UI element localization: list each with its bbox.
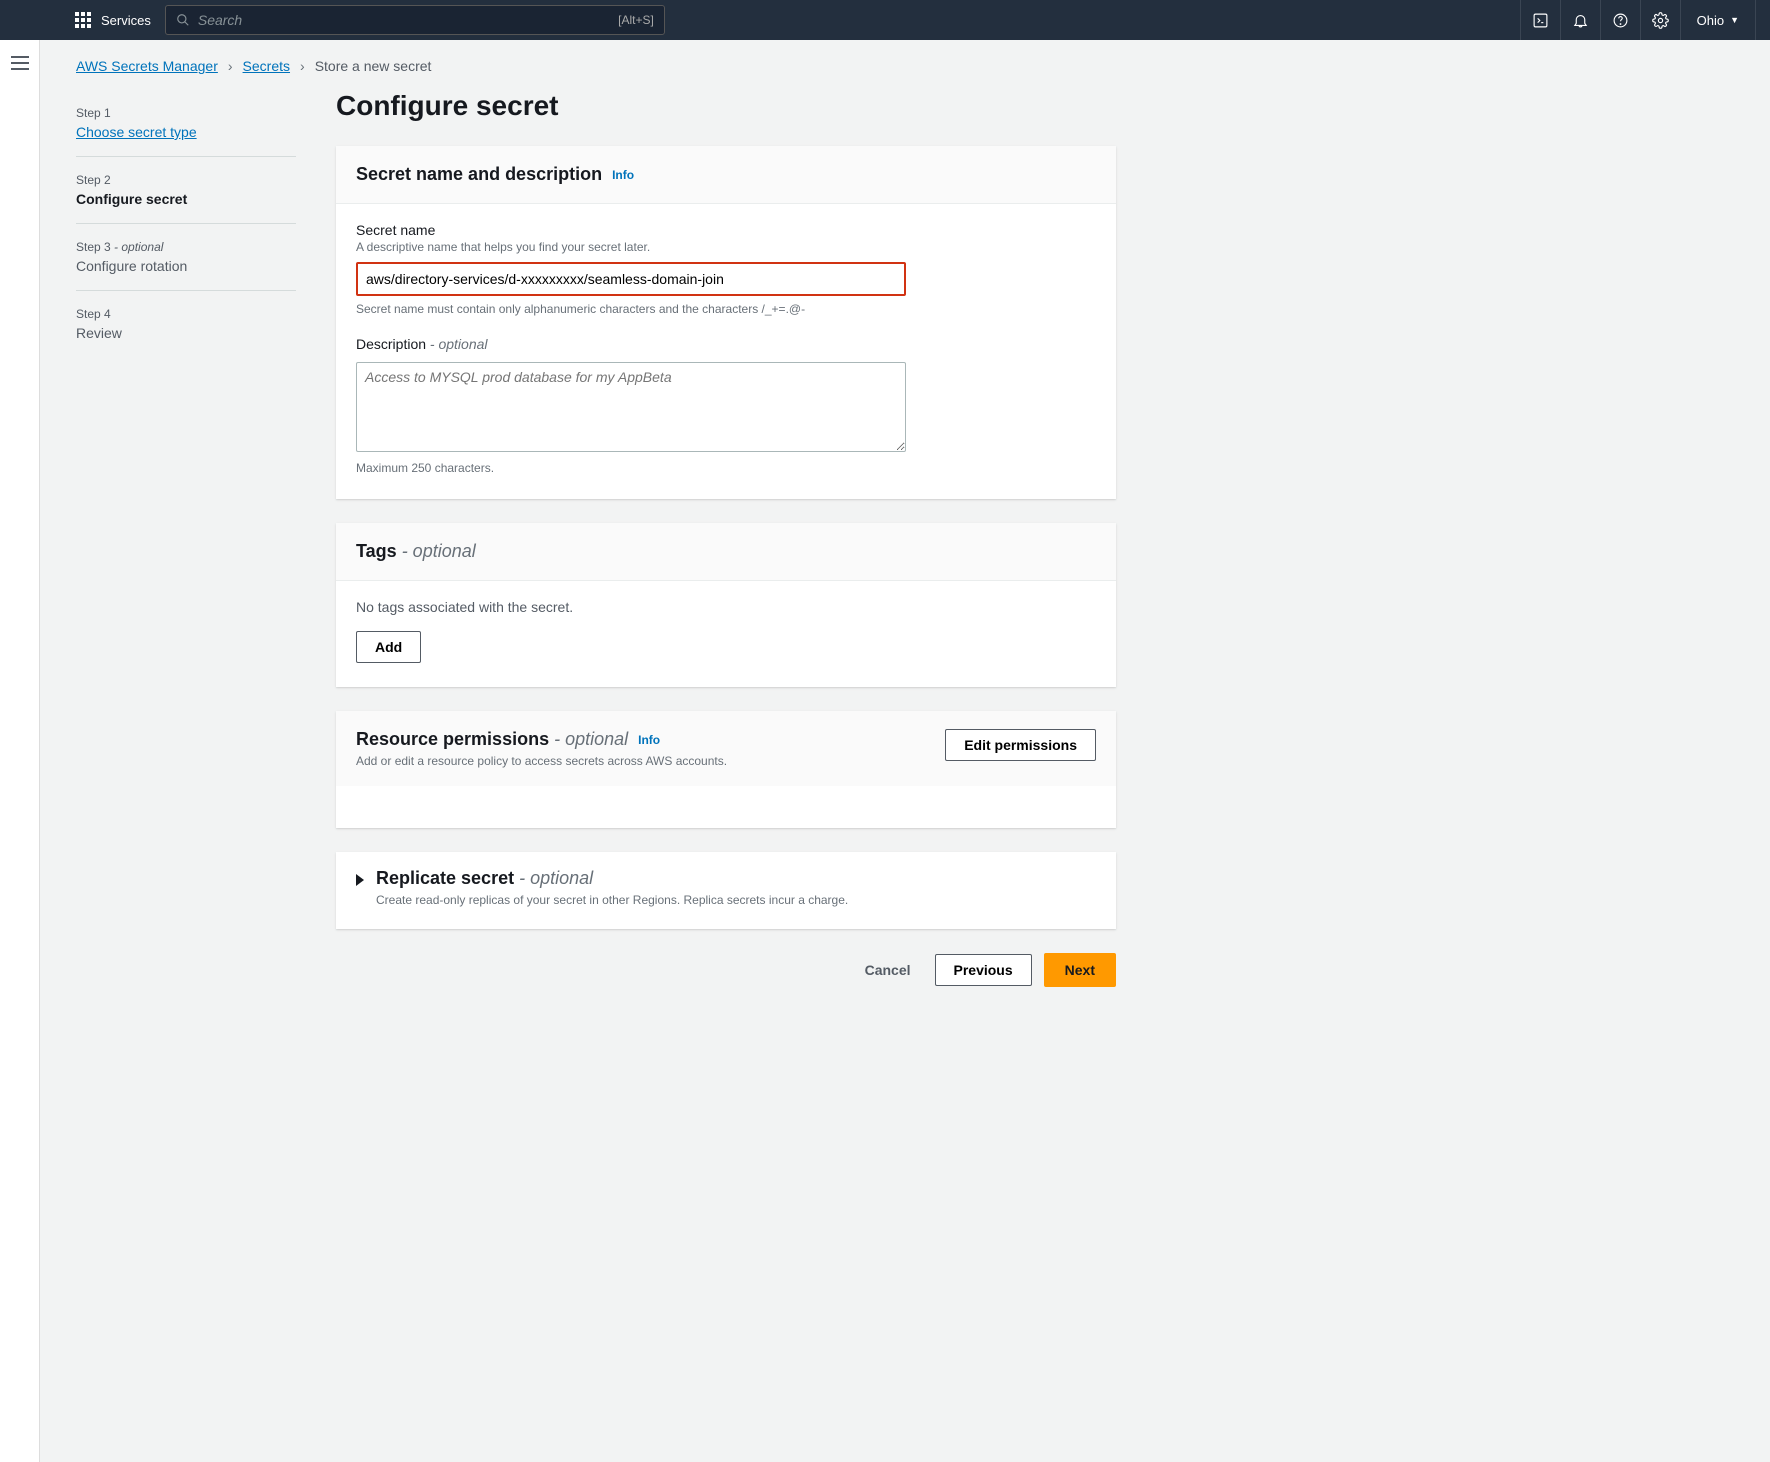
- breadcrumb-root[interactable]: AWS Secrets Manager: [76, 58, 218, 74]
- resource-hint: Add or edit a resource policy to access …: [356, 754, 727, 768]
- step-label: Step 4: [76, 307, 296, 321]
- secret-name-input[interactable]: [356, 262, 906, 296]
- chevron-right-icon: ›: [228, 58, 233, 74]
- secret-name-label: Secret name: [356, 222, 1096, 238]
- description-textarea[interactable]: [356, 362, 906, 452]
- hamburger-icon[interactable]: [11, 56, 29, 1462]
- next-button[interactable]: Next: [1044, 953, 1116, 987]
- no-tags-text: No tags associated with the secret.: [356, 599, 1096, 615]
- step-name: Review: [76, 325, 296, 341]
- panel-title: Secret name and description: [356, 164, 602, 185]
- side-drawer-rail: [0, 40, 40, 1462]
- breadcrumb: AWS Secrets Manager › Secrets › Store a …: [76, 58, 1720, 74]
- wizard-nav: Step 1 Choose secret type Step 2 Configu…: [76, 90, 296, 357]
- services-menu-icon[interactable]: [75, 12, 91, 28]
- cancel-button[interactable]: Cancel: [853, 954, 923, 986]
- breadcrumb-current: Store a new secret: [315, 58, 432, 74]
- breadcrumb-secrets[interactable]: Secrets: [243, 58, 290, 74]
- footer-actions: Cancel Previous Next: [336, 953, 1116, 987]
- step-label: Step 3 - optional: [76, 240, 296, 254]
- secret-name-hint: A descriptive name that helps you find y…: [356, 240, 1096, 254]
- info-link[interactable]: Info: [638, 733, 660, 747]
- chevron-down-icon: ▼: [1730, 15, 1739, 25]
- region-label: Ohio: [1697, 13, 1724, 28]
- add-tag-button[interactable]: Add: [356, 631, 421, 663]
- services-label[interactable]: Services: [101, 13, 151, 28]
- wizard-step-4: Step 4 Review: [76, 291, 296, 357]
- notifications-icon[interactable]: [1560, 0, 1600, 40]
- help-icon[interactable]: [1600, 0, 1640, 40]
- search-shortcut: [Alt+S]: [618, 13, 654, 27]
- search-placeholder: Search: [198, 12, 242, 28]
- panel-replicate-secret: Replicate secret - optional Create read-…: [336, 852, 1116, 929]
- replicate-hint: Create read-only replicas of your secret…: [376, 893, 848, 907]
- description-constraint: Maximum 250 characters.: [356, 461, 1096, 475]
- panel-resource-permissions: Resource permissions - optional Info Add…: [336, 711, 1116, 828]
- chevron-right-icon: ›: [300, 58, 305, 74]
- expand-caret-icon[interactable]: [356, 874, 364, 886]
- wizard-step-1[interactable]: Step 1 Choose secret type: [76, 90, 296, 157]
- panel-title: Tags - optional: [356, 541, 476, 562]
- step-name: Configure rotation: [76, 258, 296, 274]
- panel-name-description: Secret name and description Info Secret …: [336, 146, 1116, 499]
- region-selector[interactable]: Ohio ▼: [1680, 0, 1756, 40]
- panel-title: Resource permissions - optional: [356, 729, 628, 750]
- edit-permissions-button[interactable]: Edit permissions: [945, 729, 1096, 761]
- secret-name-constraint: Secret name must contain only alphanumer…: [356, 302, 1096, 316]
- step-name: Configure secret: [76, 191, 296, 207]
- step-label: Step 1: [76, 106, 296, 120]
- wizard-step-2: Step 2 Configure secret: [76, 157, 296, 224]
- info-link[interactable]: Info: [612, 168, 634, 182]
- cloudshell-icon[interactable]: [1520, 0, 1560, 40]
- search-input[interactable]: Search [Alt+S]: [165, 5, 665, 35]
- search-icon: [176, 13, 190, 27]
- step-name[interactable]: Choose secret type: [76, 124, 296, 140]
- settings-icon[interactable]: [1640, 0, 1680, 40]
- top-nav: Services Search [Alt+S] Ohio ▼: [0, 0, 1770, 40]
- panel-tags: Tags - optional No tags associated with …: [336, 523, 1116, 687]
- step-label: Step 2: [76, 173, 296, 187]
- previous-button[interactable]: Previous: [935, 954, 1032, 986]
- description-label: Description - optional: [356, 336, 1096, 352]
- page-title: Configure secret: [336, 90, 1116, 122]
- wizard-step-3: Step 3 - optional Configure rotation: [76, 224, 296, 291]
- replicate-title: Replicate secret - optional: [376, 868, 848, 889]
